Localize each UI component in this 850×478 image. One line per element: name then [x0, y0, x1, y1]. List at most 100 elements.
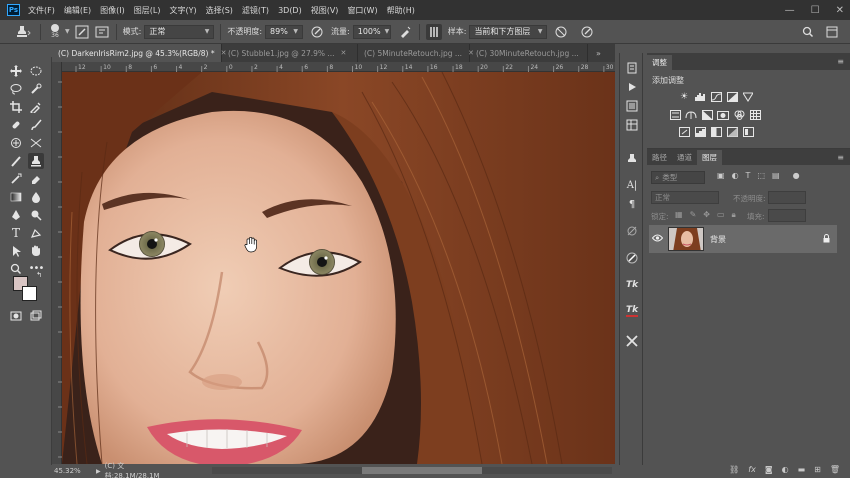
lock-paint-icon[interactable]: ✎ [690, 210, 697, 220]
hue-saturation-icon[interactable] [669, 109, 681, 120]
history-panel-icon[interactable] [623, 60, 641, 76]
scrollbar-thumb[interactable] [362, 467, 482, 474]
lock-move-icon[interactable]: ✥ [703, 210, 710, 220]
lasso-tool-icon[interactable] [8, 81, 24, 97]
layer-row-background[interactable]: 背景 [649, 225, 837, 253]
link-icon[interactable]: ⛓︎ [729, 465, 739, 474]
panel-menu-icon[interactable]: ≡ [837, 57, 844, 66]
sample-dropdown[interactable]: 当前和下方图层 ▼ [469, 24, 548, 39]
move-tool-icon[interactable] [8, 63, 24, 79]
quick-select-tool-icon[interactable] [28, 81, 44, 97]
horizontal-scrollbar[interactable] [212, 467, 612, 474]
chevron-down-icon[interactable]: ▼ [65, 28, 70, 35]
adjustment-filter-icon[interactable]: ◐ [732, 171, 739, 180]
smart-object-filter-icon[interactable]: ▤ [772, 171, 780, 180]
doc-tab-active[interactable]: (C) DarkenIrisRim2.jpg @ 45.3%(RGB/8) * ✕ [52, 44, 226, 62]
clone-stamp-preset-icon[interactable] [12, 24, 34, 40]
layer-opacity-field[interactable] [768, 191, 806, 204]
tab-layers[interactable]: 图层 [697, 150, 722, 165]
menu-filter[interactable]: 滤镜(T) [242, 5, 269, 16]
more-tabs-icon[interactable]: » [588, 44, 601, 62]
brush-alt-tool-icon[interactable] [8, 153, 24, 169]
blur-tool-icon[interactable] [28, 189, 44, 205]
brush-presets-icon[interactable] [623, 223, 641, 239]
paragraph-panel-icon[interactable]: ¶ [623, 196, 641, 212]
tab-channels[interactable]: 通道 [672, 150, 697, 165]
marquee-tool-icon[interactable] [28, 63, 44, 79]
eraser-tool-icon[interactable] [28, 171, 44, 187]
layer-filter-dropdown[interactable]: ⌕ 类型 [651, 171, 705, 184]
dodge-tool-icon[interactable] [28, 207, 44, 223]
brush-tool-icon[interactable] [28, 117, 44, 133]
crop-tool-icon[interactable] [8, 99, 24, 115]
vibrance-icon[interactable] [742, 91, 754, 102]
pressure-size-icon[interactable] [579, 24, 595, 40]
lock-transparent-icon[interactable]: ▦ [675, 210, 683, 220]
tab-adjustments[interactable]: 调整 [647, 55, 672, 70]
menu-layer[interactable]: 图层(L) [134, 5, 161, 16]
zoom-tool-icon[interactable] [8, 261, 24, 277]
doc-tab[interactable]: (C) 5MinuteRetouch.jpg ... ✕ [358, 44, 474, 62]
exposure-icon[interactable] [726, 91, 738, 102]
menu-help[interactable]: 帮助(H) [387, 5, 415, 16]
menu-view[interactable]: 视图(V) [311, 5, 339, 16]
airbrush-icon[interactable] [397, 24, 413, 40]
menu-window[interactable]: 窗口(W) [347, 5, 377, 16]
black-white-icon[interactable] [701, 109, 713, 120]
photo-filter-icon[interactable] [717, 109, 729, 120]
channel-mixer-icon[interactable] [733, 109, 745, 120]
actions-play-icon[interactable] [623, 79, 641, 95]
brush-settings-icon[interactable] [74, 24, 90, 40]
brightness-contrast-icon[interactable]: ☀ [678, 91, 690, 102]
filter-toggle-icon[interactable]: ● [793, 171, 800, 180]
minimize-icon[interactable]: — [785, 5, 795, 16]
tk-alt-panel-icon[interactable]: Tk [623, 303, 641, 319]
menu-3d[interactable]: 3D(D) [278, 6, 302, 15]
clone-stamp-tool-icon[interactable] [28, 153, 44, 169]
zoom-level[interactable]: 45.32% [54, 467, 96, 475]
posterize-icon[interactable] [694, 126, 706, 137]
tk-panel-icon[interactable]: Tk [623, 277, 641, 293]
type-filter-icon[interactable]: T [746, 171, 751, 180]
visibility-eye-icon[interactable] [649, 234, 665, 245]
ignore-adjustment-icon[interactable] [553, 24, 569, 40]
gradient-map-icon[interactable] [726, 126, 738, 137]
swap-colors-icon[interactable]: ↰ [34, 270, 44, 280]
brush-size-picker[interactable]: 36 [47, 24, 63, 39]
close-icon[interactable]: ✕ [341, 49, 347, 57]
eyedropper-tool-icon[interactable] [28, 99, 44, 115]
pixel-filter-icon[interactable]: ▣ [717, 171, 725, 180]
hand-tool-icon[interactable] [28, 243, 44, 259]
curves-icon[interactable] [710, 91, 722, 102]
adjustment-icon[interactable]: ◐ [782, 465, 789, 474]
status-menu-icon[interactable]: ▶ [96, 468, 101, 475]
type-tool-icon[interactable]: T [8, 225, 24, 241]
opacity-field[interactable]: 89% ▼ [265, 24, 304, 39]
quick-mask-icon[interactable] [8, 308, 24, 324]
color-balance-icon[interactable] [685, 109, 697, 120]
delete-icon[interactable]: 🗑︎ [830, 465, 840, 474]
invert-icon[interactable] [678, 126, 690, 137]
menu-image[interactable]: 图像(I) [100, 5, 125, 16]
maximize-icon[interactable]: ☐ [811, 5, 820, 16]
background-color-swatch[interactable] [22, 286, 37, 301]
selective-color-icon[interactable] [742, 126, 754, 137]
search-icon[interactable] [800, 24, 816, 40]
menu-edit[interactable]: 编辑(E) [64, 5, 91, 16]
clone-source-icon[interactable] [94, 24, 110, 40]
workspace-icon[interactable] [824, 24, 840, 40]
spot-heal-tool-icon[interactable] [8, 135, 24, 151]
lock-artboard-icon[interactable]: ▭ [717, 210, 725, 220]
mode-dropdown[interactable]: 正常 ▼ [144, 24, 215, 39]
lock-all-icon[interactable]: 🔒︎ [732, 210, 736, 220]
patch-tool-icon[interactable] [28, 135, 44, 151]
pen-path-tool-icon[interactable] [28, 225, 44, 241]
pressure-opacity-icon[interactable] [309, 24, 325, 40]
fill-field[interactable] [768, 209, 806, 222]
path-select-tool-icon[interactable] [8, 243, 24, 259]
healing-brush-tool-icon[interactable] [8, 117, 24, 133]
tab-paths[interactable]: 路径 [647, 150, 672, 165]
layer-name[interactable]: 背景 [710, 234, 823, 245]
fx-icon[interactable]: fx [748, 465, 756, 474]
mask-icon[interactable]: ◙ [765, 465, 773, 474]
